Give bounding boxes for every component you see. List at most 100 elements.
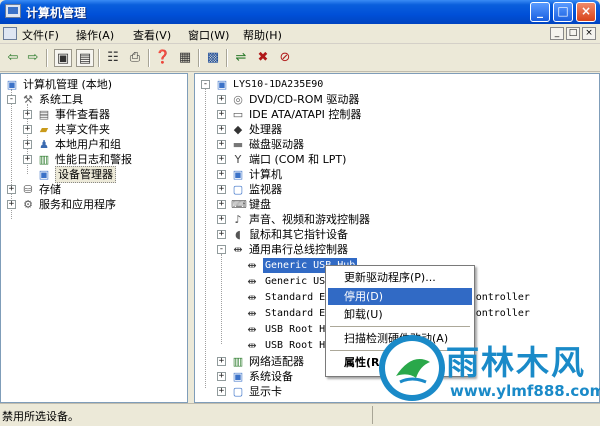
collapse-icon[interactable]: - [217, 245, 226, 254]
computer-management-app-icon [5, 4, 21, 18]
menu-view[interactable]: 查看(V) [133, 27, 171, 43]
device-category-keyboard[interactable]: + ⌨ 键盘 [197, 197, 597, 212]
tree-item-label: 系统设备 [249, 370, 293, 383]
device-category-sound[interactable]: + ♪ 声音、视频和游戏控制器 [197, 212, 597, 227]
menu-action[interactable]: 操作(A) [76, 27, 114, 43]
device-category-computer[interactable]: + ▣ 计算机 [197, 167, 597, 182]
expand-icon[interactable]: + [217, 200, 226, 209]
window-title: 计算机管理 [26, 6, 87, 20]
tree-item-event-viewer[interactable]: + ▤ 事件查看器 [3, 107, 187, 122]
device-category-dvd[interactable]: + ◎ DVD/CD-ROM 驱动器 [197, 92, 597, 107]
tree-item-system-tools[interactable]: - ⚒ 系统工具 [3, 92, 187, 107]
storage-icon: ⛁ [23, 183, 33, 196]
device-category-monitor[interactable]: + ▢ 监视器 [197, 182, 597, 197]
tree-item-label: 显示卡 [249, 385, 282, 398]
tree-item-label: 性能日志和警报 [55, 153, 132, 166]
toolbar-separator [198, 49, 200, 67]
status-bar: 禁用所选设备。 [0, 403, 600, 426]
console-icon[interactable]: ▦ [176, 49, 194, 67]
expand-icon[interactable]: + [23, 155, 32, 164]
maximize-button[interactable]: □ [553, 2, 573, 22]
expand-icon[interactable]: + [7, 200, 16, 209]
mouse-icon: ◖ [235, 228, 241, 241]
menu-item-uninstall[interactable]: 卸载(U) [328, 306, 472, 323]
services-icon: ⚙ [23, 198, 33, 211]
watermark-url: www.ylmf888.com [450, 382, 600, 400]
expand-icon[interactable]: + [217, 357, 226, 366]
expand-icon[interactable]: + [217, 170, 226, 179]
show-hide-tree-icon[interactable]: ▤ [76, 49, 94, 67]
menu-separator [330, 326, 470, 327]
mdi-minimize-button[interactable]: _ [550, 27, 564, 40]
toolbar-separator [226, 49, 228, 67]
expand-icon[interactable]: + [217, 140, 226, 149]
tree-item-label: 端口 (COM 和 LPT) [249, 153, 347, 166]
uninstall-icon[interactable]: ✖ [254, 49, 272, 67]
menu-item-disable[interactable]: 停用(D) [328, 288, 472, 305]
tree-item-label: LYS10-1DA235E90 [233, 79, 324, 90]
collapse-icon[interactable]: - [201, 80, 210, 89]
tree-item-storage[interactable]: + ⛁ 存储 [3, 182, 187, 197]
menu-help[interactable]: 帮助(H) [243, 27, 282, 43]
computer-icon: ▣ [216, 78, 228, 91]
up-folder-icon[interactable]: ▣ [54, 49, 72, 67]
print-icon[interactable]: ⎙ [126, 49, 144, 67]
menu-item-update-driver[interactable]: 更新驱动程序(P)... [328, 269, 472, 286]
tree-item-local-users[interactable]: + ♟ 本地用户和组 [3, 137, 187, 152]
console-tree-pane[interactable]: ▣ 计算机管理 (本地) - ⚒ 系统工具 + ▤ 事件查看器 + ▰ 共享文件… [0, 73, 188, 403]
device-category-processor[interactable]: + ◆ 处理器 [197, 122, 597, 137]
update-driver-icon[interactable]: ⇌ [232, 49, 250, 67]
expand-icon[interactable]: + [217, 155, 226, 164]
device-category-disk[interactable]: + ▬ 磁盘驱动器 [197, 137, 597, 152]
expand-icon[interactable]: + [23, 110, 32, 119]
expand-icon[interactable]: + [217, 95, 226, 104]
expand-icon[interactable]: + [23, 140, 32, 149]
tree-item-label: DVD/CD-ROM 驱动器 [249, 93, 360, 106]
minimize-button[interactable]: _ [530, 2, 550, 22]
tree-item-device-manager[interactable]: ▣ 设备管理器 [3, 166, 187, 183]
expand-icon[interactable]: + [217, 215, 226, 224]
expand-icon[interactable]: + [23, 125, 32, 134]
users-icon: ♟ [39, 138, 49, 151]
mdi-close-button[interactable]: × [582, 27, 596, 40]
menu-bar: 文件(F) 操作(A) 查看(V) 窗口(W) 帮助(H) _ □ × [0, 24, 600, 44]
expand-icon[interactable]: + [7, 185, 16, 194]
tree-item-services-apps[interactable]: + ⚙ 服务和应用程序 [3, 197, 187, 212]
menu-file[interactable]: 文件(F) [22, 27, 59, 43]
scan-hardware-icon[interactable]: ▩ [204, 49, 222, 67]
collapse-icon[interactable]: - [7, 95, 16, 104]
expand-icon[interactable]: + [217, 387, 226, 396]
back-arrow-icon[interactable]: ⇦ [4, 49, 22, 67]
port-icon: Y [234, 153, 242, 166]
tree-item-performance-logs[interactable]: + ▥ 性能日志和警报 [3, 152, 187, 167]
device-category-usb[interactable]: - ⇹ 通用串行总线控制器 [197, 242, 597, 257]
expand-icon[interactable]: + [217, 372, 226, 381]
expand-icon[interactable]: + [217, 125, 226, 134]
document-icon[interactable] [3, 27, 17, 40]
toolbar: ⇦ ⇨ ▣ ▤ ☷ ⎙ ❓ ▦ ▩ ⇌ ✖ ⊘ [0, 44, 600, 72]
title-bar[interactable]: 计算机管理 _ □ × [0, 0, 600, 24]
tree-item-label: 鼠标和其它指针设备 [249, 228, 348, 241]
device-tree-root[interactable]: - ▣ LYS10-1DA235E90 [197, 77, 597, 92]
processor-icon: ◆ [233, 123, 243, 136]
close-button[interactable]: × [576, 2, 596, 22]
device-category-ports[interactable]: + Y 端口 (COM 和 LPT) [197, 152, 597, 167]
tree-item-shared-folders[interactable]: + ▰ 共享文件夹 [3, 122, 187, 137]
device-category-mouse[interactable]: + ◖ 鼠标和其它指针设备 [197, 227, 597, 242]
help-icon[interactable]: ❓ [154, 49, 172, 67]
menu-window[interactable]: 窗口(W) [188, 27, 229, 43]
tree-item-label: 键盘 [249, 198, 271, 211]
device-category-ide[interactable]: + ▭ IDE ATA/ATAPI 控制器 [197, 107, 597, 122]
disable-icon[interactable]: ⊘ [276, 49, 294, 67]
forward-arrow-icon[interactable]: ⇨ [24, 49, 42, 67]
expand-icon[interactable]: + [217, 185, 226, 194]
tree-item-label: 处理器 [249, 123, 282, 136]
properties-icon[interactable]: ☷ [104, 49, 122, 67]
mdi-restore-button[interactable]: □ [566, 27, 580, 40]
watermark-title: 雨林木风 [446, 343, 586, 382]
computer-icon: ▣ [232, 168, 244, 181]
expand-icon[interactable]: + [217, 110, 226, 119]
tree-item-computer-management[interactable]: ▣ 计算机管理 (本地) [3, 77, 187, 92]
expand-icon[interactable]: + [217, 230, 226, 239]
toolbar-separator [148, 49, 150, 67]
